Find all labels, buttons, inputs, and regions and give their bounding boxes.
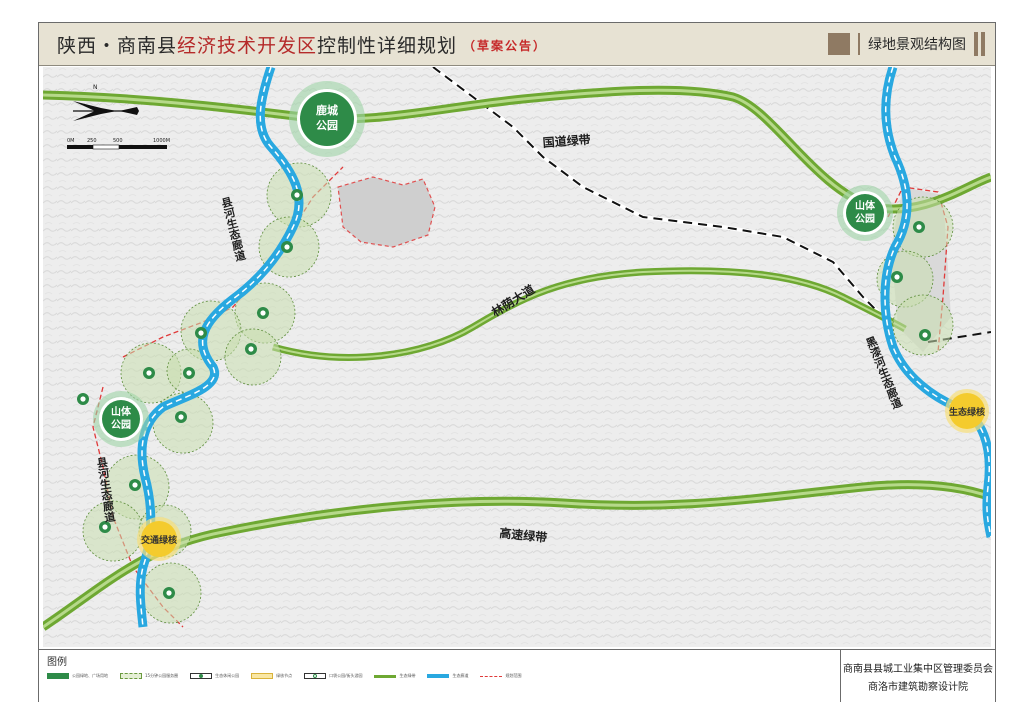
legend-item: 规划范围: [480, 673, 521, 679]
footer-bar: 图例 公园绿地、广场用地 15分钟公园服务圈 生态休闲公园 绿核节点 口袋公园/…: [39, 649, 995, 702]
org-line-1: 商南县县城工业集中区管理委员会: [843, 663, 993, 675]
legend-swatch-node: [251, 673, 274, 679]
legend-label: 生态廊道: [452, 673, 469, 678]
park-label-3a: 山体: [855, 199, 876, 212]
legend-title: 图例: [47, 657, 67, 668]
park-label-2a: 山体: [111, 405, 132, 418]
scale-label-250: 250: [87, 138, 97, 144]
title-note: （草案公告）: [463, 39, 548, 53]
title-highlight: 经济技术开发区: [177, 35, 318, 57]
legend-swatch-corridor: [427, 674, 450, 678]
park-label-1a: 鹿城: [316, 103, 338, 117]
mountain-park-west-marker: 山体 公园: [93, 391, 149, 447]
legend-item: 生态廊道: [427, 673, 468, 679]
scale-label-1000: 1000M: [153, 138, 170, 144]
legend-item: 生态休闲公园: [190, 673, 239, 679]
legend-swatch-boundary: [480, 675, 503, 677]
legend: 公园绿地、广场用地 15分钟公园服务圈 生态休闲公园 绿核节点 口袋公园/街头游…: [47, 673, 521, 679]
scale-label-500: 500: [113, 138, 123, 144]
legend-label: 生态休闲公园: [215, 673, 240, 678]
brown-block-icon: [828, 33, 850, 55]
legend-swatch-park: [47, 673, 69, 679]
legend-item: 绿核节点: [251, 673, 292, 679]
legend-label: 口袋公园/街头游园: [329, 673, 363, 678]
org-line-2: 商洛市建筑勘察设计院: [868, 681, 968, 693]
north-label: N: [93, 84, 98, 91]
park-label-3b: 公园: [855, 213, 875, 225]
organization-block: 商南县县城工业集中区管理委员会 商洛市建筑勘察设计院: [840, 650, 995, 702]
legend-label: 绿核节点: [276, 673, 293, 678]
map-frame: 陕西・商南县经济技术开发区控制性详细规划 （草案公告） 绿地景观结构图 鹿城 公…: [38, 22, 996, 702]
legend-item: 公园绿地、广场用地: [47, 673, 108, 679]
park-label-1b: 公园: [316, 119, 338, 132]
legend-label: 公园绿地、广场用地: [72, 673, 108, 678]
title-bar: 陕西・商南县经济技术开发区控制性详细规划 （草案公告） 绿地景观结构图: [39, 23, 995, 66]
legend-swatch-green-belt: [374, 674, 397, 678]
legend-item: 15分钟公园服务圈: [120, 673, 178, 679]
divider-bar: [858, 33, 860, 55]
map-svg: 鹿城 公园 山体 公园 山体 公园 生态绿核 交通绿核 国道绿带 林荫大道 高速…: [43, 67, 991, 647]
legend-item: 口袋公园/街头游园: [304, 673, 362, 679]
scale-label-0: 0M: [67, 138, 75, 144]
mountain-park-east-marker: 山体 公园: [837, 185, 893, 241]
deer-city-park-marker: 鹿城 公园: [289, 81, 365, 157]
legend-item: 生态绿带: [374, 673, 415, 679]
map-name-block: 绿地景观结构图: [828, 32, 985, 56]
legend-swatch-service: [120, 673, 142, 679]
node-label-eco: 生态绿核: [949, 406, 985, 418]
title-prefix: 陕西・商南县: [57, 35, 178, 57]
legend-swatch-pocket-park: [304, 673, 327, 679]
park-label-2b: 公园: [111, 419, 131, 431]
map-canvas: 鹿城 公园 山体 公园 山体 公园 生态绿核 交通绿核 国道绿带 林荫大道 高速…: [43, 67, 991, 647]
eco-green-core-node: 生态绿核: [945, 389, 989, 433]
legend-label: 生态绿带: [399, 673, 416, 678]
legend-swatch-eco-park: [190, 673, 213, 679]
legend-label: 规划范围: [505, 673, 522, 678]
plan-title: 陕西・商南县经济技术开发区控制性详细规划 （草案公告）: [57, 31, 547, 58]
map-name: 绿地景观结构图: [868, 37, 966, 53]
title-suffix: 控制性详细规划: [317, 35, 458, 57]
double-bar-icon: [974, 32, 985, 56]
traffic-green-core-node: 交通绿核: [137, 517, 181, 561]
legend-label: 15分钟公园服务圈: [145, 673, 179, 678]
node-label-traffic: 交通绿核: [141, 534, 177, 546]
